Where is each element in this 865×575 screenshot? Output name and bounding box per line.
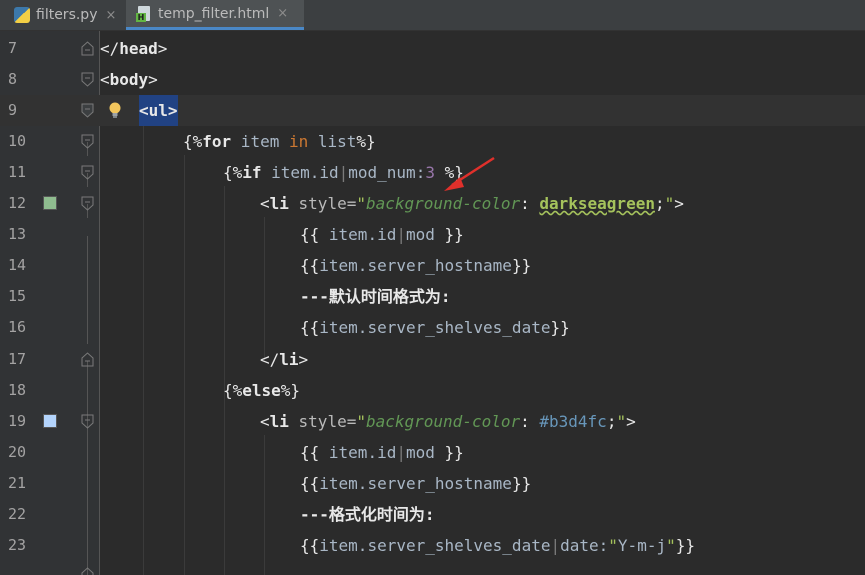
code-text-cutoff: </li> xyxy=(260,571,308,575)
code-line-partial: </li> xyxy=(0,561,865,575)
code-line: 7 </head> xyxy=(0,33,865,64)
code-line: 19 <li style="background-color: #b3d4fc;… xyxy=(0,406,865,437)
code-text: </head> xyxy=(100,39,168,58)
editor-tab-bar: filters.py × H temp_filter.html × xyxy=(0,0,865,31)
annotation-arrow-icon xyxy=(444,156,495,191)
fold-end-icon[interactable] xyxy=(80,352,95,367)
tab-label: temp_filter.html xyxy=(158,5,270,22)
line-number: 9 xyxy=(8,101,18,119)
fold-start-icon[interactable] xyxy=(80,103,95,118)
code-line: 10 {%for item in list%} xyxy=(0,126,865,157)
code-text: ---格式化时间为: xyxy=(300,505,435,524)
line-number: 17 xyxy=(8,350,27,368)
line-number: 21 xyxy=(8,474,27,492)
code-line: 21 {{item.server_hostname}} xyxy=(0,468,865,499)
code-text: {{ item.id|mod }} xyxy=(300,443,464,462)
code-text: {%if item.id|mod_num:3 %} xyxy=(223,163,464,182)
fold-start-icon[interactable] xyxy=(80,414,95,429)
code-line: 12 <li style="background-color: darkseag… xyxy=(0,188,865,219)
close-icon[interactable]: × xyxy=(105,8,116,23)
line-number: 18 xyxy=(8,381,27,399)
code-text: {{ item.id|mod }} xyxy=(300,225,464,244)
fold-start-icon[interactable] xyxy=(80,134,95,149)
code-line: 20 {{ item.id|mod }} xyxy=(0,437,865,468)
color-swatch[interactable] xyxy=(43,414,57,428)
lightbulb-icon[interactable] xyxy=(107,101,123,119)
code-editor[interactable]: 7 </head> 8 <body> 9 <ul> 10 {%for item … xyxy=(0,31,865,575)
line-number: 12 xyxy=(8,194,27,212)
line-number: 7 xyxy=(8,39,18,57)
python-file-icon xyxy=(14,7,30,23)
fold-end-icon[interactable] xyxy=(80,41,95,56)
code-text: {%else%} xyxy=(223,381,301,400)
code-text: <ul> xyxy=(139,95,178,126)
fold-start-icon[interactable] xyxy=(80,196,95,211)
code-line: 8 <body> xyxy=(0,64,865,95)
code-text: <body> xyxy=(100,70,158,89)
code-text: {%for item in list%} xyxy=(183,132,376,151)
code-line: 13 {{ item.id|mod }} xyxy=(0,219,865,250)
line-number: 13 xyxy=(8,225,27,243)
fold-start-icon[interactable] xyxy=(80,165,95,180)
line-number: 20 xyxy=(8,443,27,461)
tab-temp-filter-html[interactable]: H temp_filter.html × xyxy=(126,0,304,30)
code-text: {{item.server_hostname}} xyxy=(300,256,532,275)
fold-start-icon[interactable] xyxy=(80,72,95,87)
code-line: 11 {%if item.id|mod_num:3 %} xyxy=(0,157,865,188)
line-number: 23 xyxy=(8,536,27,554)
code-line: 22 ---格式化时间为: xyxy=(0,499,865,530)
code-line: 16 {{item.server_shelves_date}} xyxy=(0,312,865,343)
code-text: </li> xyxy=(260,350,309,369)
line-number: 15 xyxy=(8,287,27,305)
line-number: 19 xyxy=(8,412,27,430)
code-text: {{item.server_hostname}} xyxy=(300,474,532,493)
code-line-current: 9 <ul> xyxy=(0,95,865,126)
code-line: 14 {{item.server_hostname}} xyxy=(0,250,865,281)
code-line: 17 </li> xyxy=(0,344,865,375)
tab-label: filters.py xyxy=(36,7,98,23)
color-swatch[interactable] xyxy=(43,196,57,210)
line-number: 16 xyxy=(8,318,27,336)
code-line: 23 {{item.server_shelves_date|date:"Y-m-… xyxy=(0,530,865,561)
code-text: <li style="background-color: #b3d4fc;"> xyxy=(260,412,636,431)
line-number: 8 xyxy=(8,70,18,88)
line-number: 22 xyxy=(8,505,27,523)
code-text: {{item.server_shelves_date|date:"Y-m-j"}… xyxy=(300,536,695,555)
code-line: 15 ---默认时间格式为: xyxy=(0,281,865,312)
code-text: ---默认时间格式为: xyxy=(300,287,451,306)
close-icon[interactable]: × xyxy=(277,6,288,21)
line-number: 14 xyxy=(8,256,27,274)
code-line: 18 {%else%} xyxy=(0,375,865,406)
line-number: 11 xyxy=(8,163,27,181)
code-text: {{item.server_shelves_date}} xyxy=(300,318,570,337)
html-file-icon: H xyxy=(136,5,152,22)
tab-filters-py[interactable]: filters.py × xyxy=(6,0,124,30)
fold-end-icon[interactable] xyxy=(80,567,95,575)
line-number: 10 xyxy=(8,132,27,150)
